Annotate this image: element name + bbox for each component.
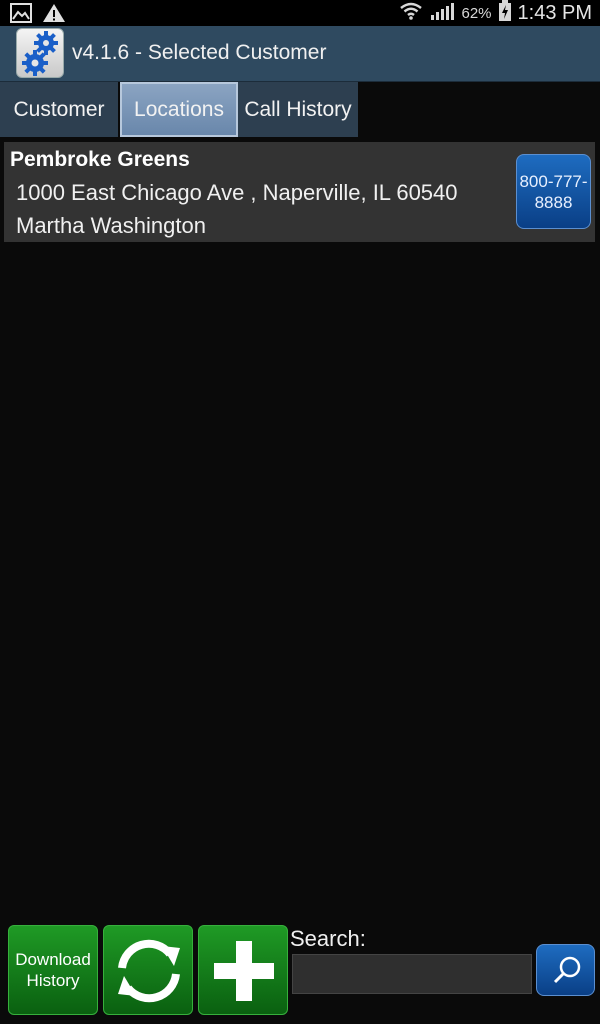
app-title: v4.1.6 - Selected Customer <box>72 41 327 64</box>
download-history-button[interactable]: Download History <box>8 925 98 1015</box>
search-button[interactable] <box>536 944 595 996</box>
warning-icon <box>42 3 66 28</box>
status-bar-notifications <box>10 3 66 28</box>
location-address: 1000 East Chicago Ave , Naperville, IL 6… <box>16 180 458 205</box>
battery-percent: 62% <box>461 4 492 22</box>
search-input[interactable] <box>292 954 532 994</box>
tab-call-history[interactable]: Call History <box>238 82 360 137</box>
tab-customer[interactable]: Customer <box>0 82 120 137</box>
search-label: Search: <box>290 926 366 951</box>
image-notification-icon <box>10 3 32 28</box>
location-name: Pembroke Greens <box>10 148 190 171</box>
battery-charging-icon <box>498 0 512 27</box>
status-bar-system: 62% 1:43 PM <box>399 0 592 26</box>
call-phone-button[interactable]: 800-777-8888 <box>516 154 591 229</box>
signal-icon <box>429 1 455 26</box>
location-list-item[interactable]: Pembroke Greens 1000 East Chicago Ave , … <box>4 142 595 242</box>
refresh-button[interactable] <box>103 925 193 1015</box>
gears-icon <box>16 28 64 78</box>
title-bar: v4.1.6 - Selected Customer <box>0 26 600 82</box>
add-button[interactable] <box>198 925 288 1015</box>
location-contact: Martha Washington <box>16 213 206 238</box>
status-time: 1:43 PM <box>517 1 592 24</box>
tab-locations[interactable]: Locations <box>120 82 238 137</box>
status-bar: 62% 1:43 PM <box>0 0 600 26</box>
wifi-icon <box>399 1 423 26</box>
tab-bar: Customer Locations Call History <box>0 82 360 138</box>
